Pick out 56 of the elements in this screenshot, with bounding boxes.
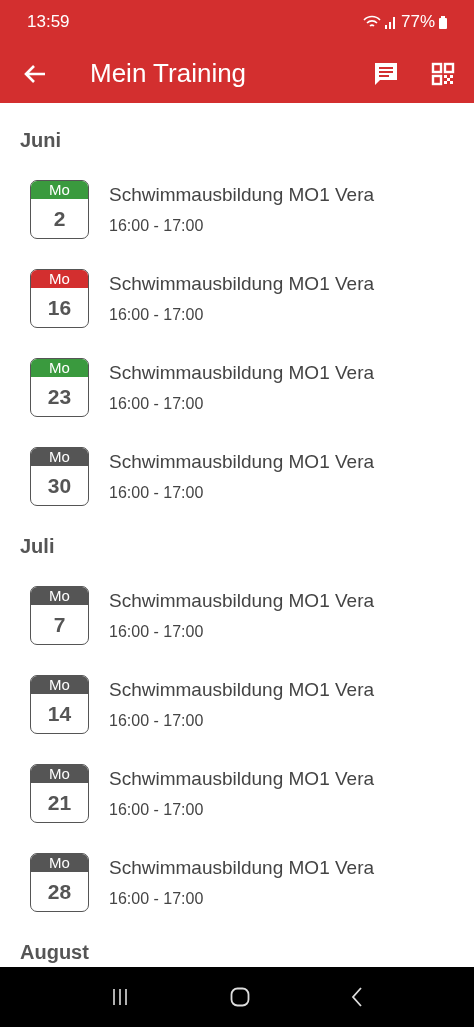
training-entry[interactable]: Mo 30 Schwimmausbildung MO1 Vera 16:00 - 17:00 <box>0 432 474 521</box>
day-number: 7 <box>52 611 67 638</box>
day-number: 28 <box>46 878 73 905</box>
wifi-icon <box>362 15 381 29</box>
day-number: 2 <box>52 205 67 232</box>
training-title: Schwimmausbildung MO1 Vera <box>109 856 375 881</box>
qr-code-button[interactable] <box>430 60 456 87</box>
weekday-label: Mo <box>31 765 88 783</box>
training-time: 16:00 - 17:00 <box>109 621 205 642</box>
training-time: 16:00 - 17:00 <box>109 799 205 820</box>
status-time: 13:59 <box>27 11 70 34</box>
training-title: Schwimmausbildung MO1 Vera <box>109 450 375 475</box>
weekday-label: Mo <box>31 181 88 199</box>
training-title: Schwimmausbildung MO1 Vera <box>109 678 375 703</box>
day-number: 21 <box>46 789 73 816</box>
training-time: 16:00 - 17:00 <box>109 393 205 414</box>
training-title: Schwimmausbildung MO1 Vera <box>109 589 375 614</box>
training-time: 16:00 - 17:00 <box>109 482 205 503</box>
training-time: 16:00 - 17:00 <box>109 888 205 909</box>
training-entry[interactable]: Mo 7 Schwimmausbildung MO1 Vera 16:00 - 17:00 <box>0 571 474 660</box>
training-time: 16:00 - 17:00 <box>109 304 205 325</box>
month-heading: August <box>20 940 89 965</box>
weekday-label: Mo <box>31 854 88 872</box>
weekday-label: Mo <box>31 587 88 605</box>
month-heading: Juni <box>20 128 62 153</box>
weekday-label: Mo <box>31 359 88 377</box>
back-arrow-icon <box>23 63 47 84</box>
qr-code-icon <box>431 61 455 86</box>
training-title: Schwimmausbildung MO1 Vera <box>109 272 375 297</box>
training-time: 16:00 - 17:00 <box>109 710 205 731</box>
recent-apps-icon[interactable] <box>110 988 129 1006</box>
chat-icon <box>373 60 399 87</box>
weekday-label: Mo <box>31 270 88 288</box>
training-title: Schwimmausbildung MO1 Vera <box>109 183 375 208</box>
month-heading: Juli <box>20 534 55 559</box>
training-entry[interactable]: Mo 14 Schwimmausbildung MO1 Vera 16:00 - 17:00 <box>0 660 474 749</box>
back-icon[interactable] <box>351 987 364 1007</box>
weekday-label: Mo <box>31 448 88 466</box>
day-number: 16 <box>46 294 73 321</box>
day-number: 14 <box>46 700 73 727</box>
weekday-label: Mo <box>31 676 88 694</box>
training-title: Schwimmausbildung MO1 Vera <box>109 767 375 792</box>
battery-percentage: 77% <box>400 11 435 34</box>
home-icon[interactable] <box>230 987 250 1007</box>
training-title: Schwimmausbildung MO1 Vera <box>109 361 375 386</box>
training-entry[interactable]: Mo 23 Schwimmausbildung MO1 Vera 16:00 - 17:00 <box>0 343 474 432</box>
day-number: 30 <box>46 472 73 499</box>
battery-icon <box>439 15 447 29</box>
training-entry[interactable]: Mo 16 Schwimmausbildung MO1 Vera 16:00 - 17:00 <box>0 254 474 343</box>
training-time: 16:00 - 17:00 <box>109 215 205 236</box>
training-entry[interactable]: Mo 21 Schwimmausbildung MO1 Vera 16:00 - 17:00 <box>0 749 474 838</box>
day-number: 23 <box>46 383 73 410</box>
training-entry[interactable]: Mo 28 Schwimmausbildung MO1 Vera 16:00 - 17:00 <box>0 838 474 927</box>
training-entry[interactable]: Mo 2 Schwimmausbildung MO1 Vera 16:00 - 17:00 <box>0 165 474 254</box>
signal-icon <box>384 15 397 29</box>
screen-title: Mein Training <box>90 57 248 90</box>
